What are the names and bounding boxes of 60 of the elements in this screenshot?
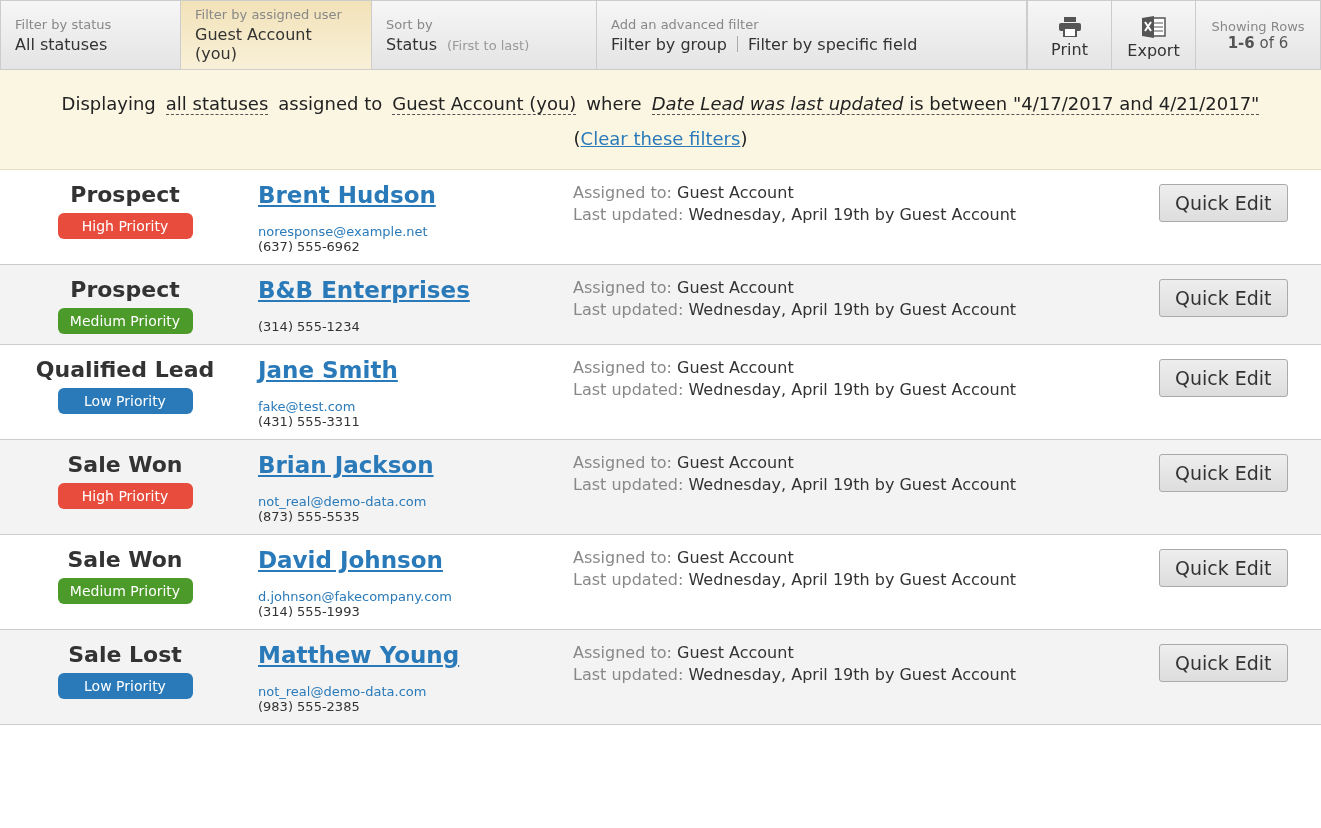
- lead-status: Sale Won: [67, 547, 183, 572]
- row-count: 1-6 of 6: [1227, 33, 1289, 52]
- phone-number: (314) 555-1234: [258, 319, 361, 334]
- lead-status: Prospect: [70, 277, 180, 302]
- printer-icon: [1058, 17, 1081, 37]
- export-button[interactable]: Export: [1111, 1, 1195, 69]
- priority-badge: Low Priority: [57, 673, 193, 699]
- priority-badge: Medium Priority: [57, 578, 193, 604]
- email-link[interactable]: noresponse@example.net: [258, 224, 573, 239]
- quick-edit-button[interactable]: Quick Edit: [1159, 184, 1288, 222]
- email-link[interactable]: fake@test.com: [258, 399, 573, 414]
- quick-edit-button[interactable]: Quick Edit: [1159, 279, 1288, 317]
- lead-status: Sale Lost: [68, 642, 182, 667]
- quick-edit-button[interactable]: Quick Edit: [1159, 644, 1288, 682]
- quick-edit-button[interactable]: Quick Edit: [1159, 454, 1288, 492]
- lead-name-link[interactable]: Matthew Young: [258, 642, 573, 668]
- assigned-to-text: Assigned to: Guest Account: [573, 277, 795, 299]
- last-updated-text: Last updated: Wednesday, April 19th by Guest Account: [573, 664, 1018, 686]
- last-updated-text: Last updated: Wednesday, April 19th by Guest Account: [573, 474, 1018, 496]
- phone-number: (873) 555-5535: [258, 509, 361, 524]
- lead-name-link[interactable]: Brent Hudson: [258, 182, 573, 208]
- lead-status: Qualified Lead: [35, 357, 215, 382]
- email-link[interactable]: not_real@demo-data.com: [258, 494, 573, 509]
- filter-dropdown[interactable]: Sort by Status (First to last): [372, 1, 597, 69]
- spreadsheet-icon: [1141, 16, 1166, 38]
- print-button[interactable]: Print: [1027, 1, 1111, 69]
- lead-name-link[interactable]: Jane Smith: [258, 357, 573, 383]
- priority-badge: High Priority: [57, 483, 193, 509]
- last-updated-text: Last updated: Wednesday, April 19th by Guest Account: [573, 569, 1018, 591]
- phone-number: (314) 555-1993: [258, 604, 361, 619]
- quick-edit-button[interactable]: Quick Edit: [1159, 359, 1288, 397]
- priority-badge: Low Priority: [57, 388, 193, 414]
- lead-name-link[interactable]: B&B Enterprises: [258, 277, 573, 303]
- phone-number: (431) 555-3311: [258, 414, 361, 429]
- assigned-to-text: Assigned to: Guest Account: [573, 642, 795, 664]
- lead-status: Prospect: [70, 182, 180, 207]
- priority-badge: Medium Priority: [57, 308, 193, 334]
- assigned-to-text: Assigned to: Guest Account: [573, 452, 795, 474]
- last-updated-text: Last updated: Wednesday, April 19th by Guest Account: [573, 299, 1018, 321]
- assigned-to-text: Assigned to: Guest Account: [573, 182, 795, 204]
- filter-link[interactable]: Filter by group: [611, 34, 727, 54]
- showing-rows-label: Showing Rows: [1211, 18, 1305, 34]
- email-link[interactable]: d.johnson@fakecompany.com: [258, 589, 573, 604]
- filter-link[interactable]: Filter by specific field: [747, 34, 918, 54]
- lead-name-link[interactable]: Brian Jackson: [258, 452, 573, 478]
- clear-filters-link[interactable]: Clear these filters: [580, 128, 741, 149]
- filter-dropdown[interactable]: Filter by assigned user Guest Account (you): [181, 1, 372, 69]
- filter-summary: Displaying all statuses assigned to Guest Account (you) where Date Lead was last updated is between "4/17/2017 and 4/21/2017" (Clear these filters): [60, 92, 1261, 151]
- lead-status: Sale Won: [67, 452, 183, 477]
- assigned-to-text: Assigned to: Guest Account: [573, 357, 795, 379]
- advanced-filter-label: Add an advanced filter: [611, 16, 759, 32]
- last-updated-text: Last updated: Wednesday, April 19th by Guest Account: [573, 204, 1018, 226]
- email-link[interactable]: not_real@demo-data.com: [258, 684, 573, 699]
- priority-badge: High Priority: [57, 213, 193, 239]
- lead-name-link[interactable]: David Johnson: [258, 547, 573, 573]
- phone-number: (983) 555-2385: [258, 699, 361, 714]
- quick-edit-button[interactable]: Quick Edit: [1159, 549, 1288, 587]
- assigned-to-text: Assigned to: Guest Account: [573, 547, 795, 569]
- last-updated-text: Last updated: Wednesday, April 19th by Guest Account: [573, 379, 1018, 401]
- phone-number: (637) 555-6962: [258, 239, 361, 254]
